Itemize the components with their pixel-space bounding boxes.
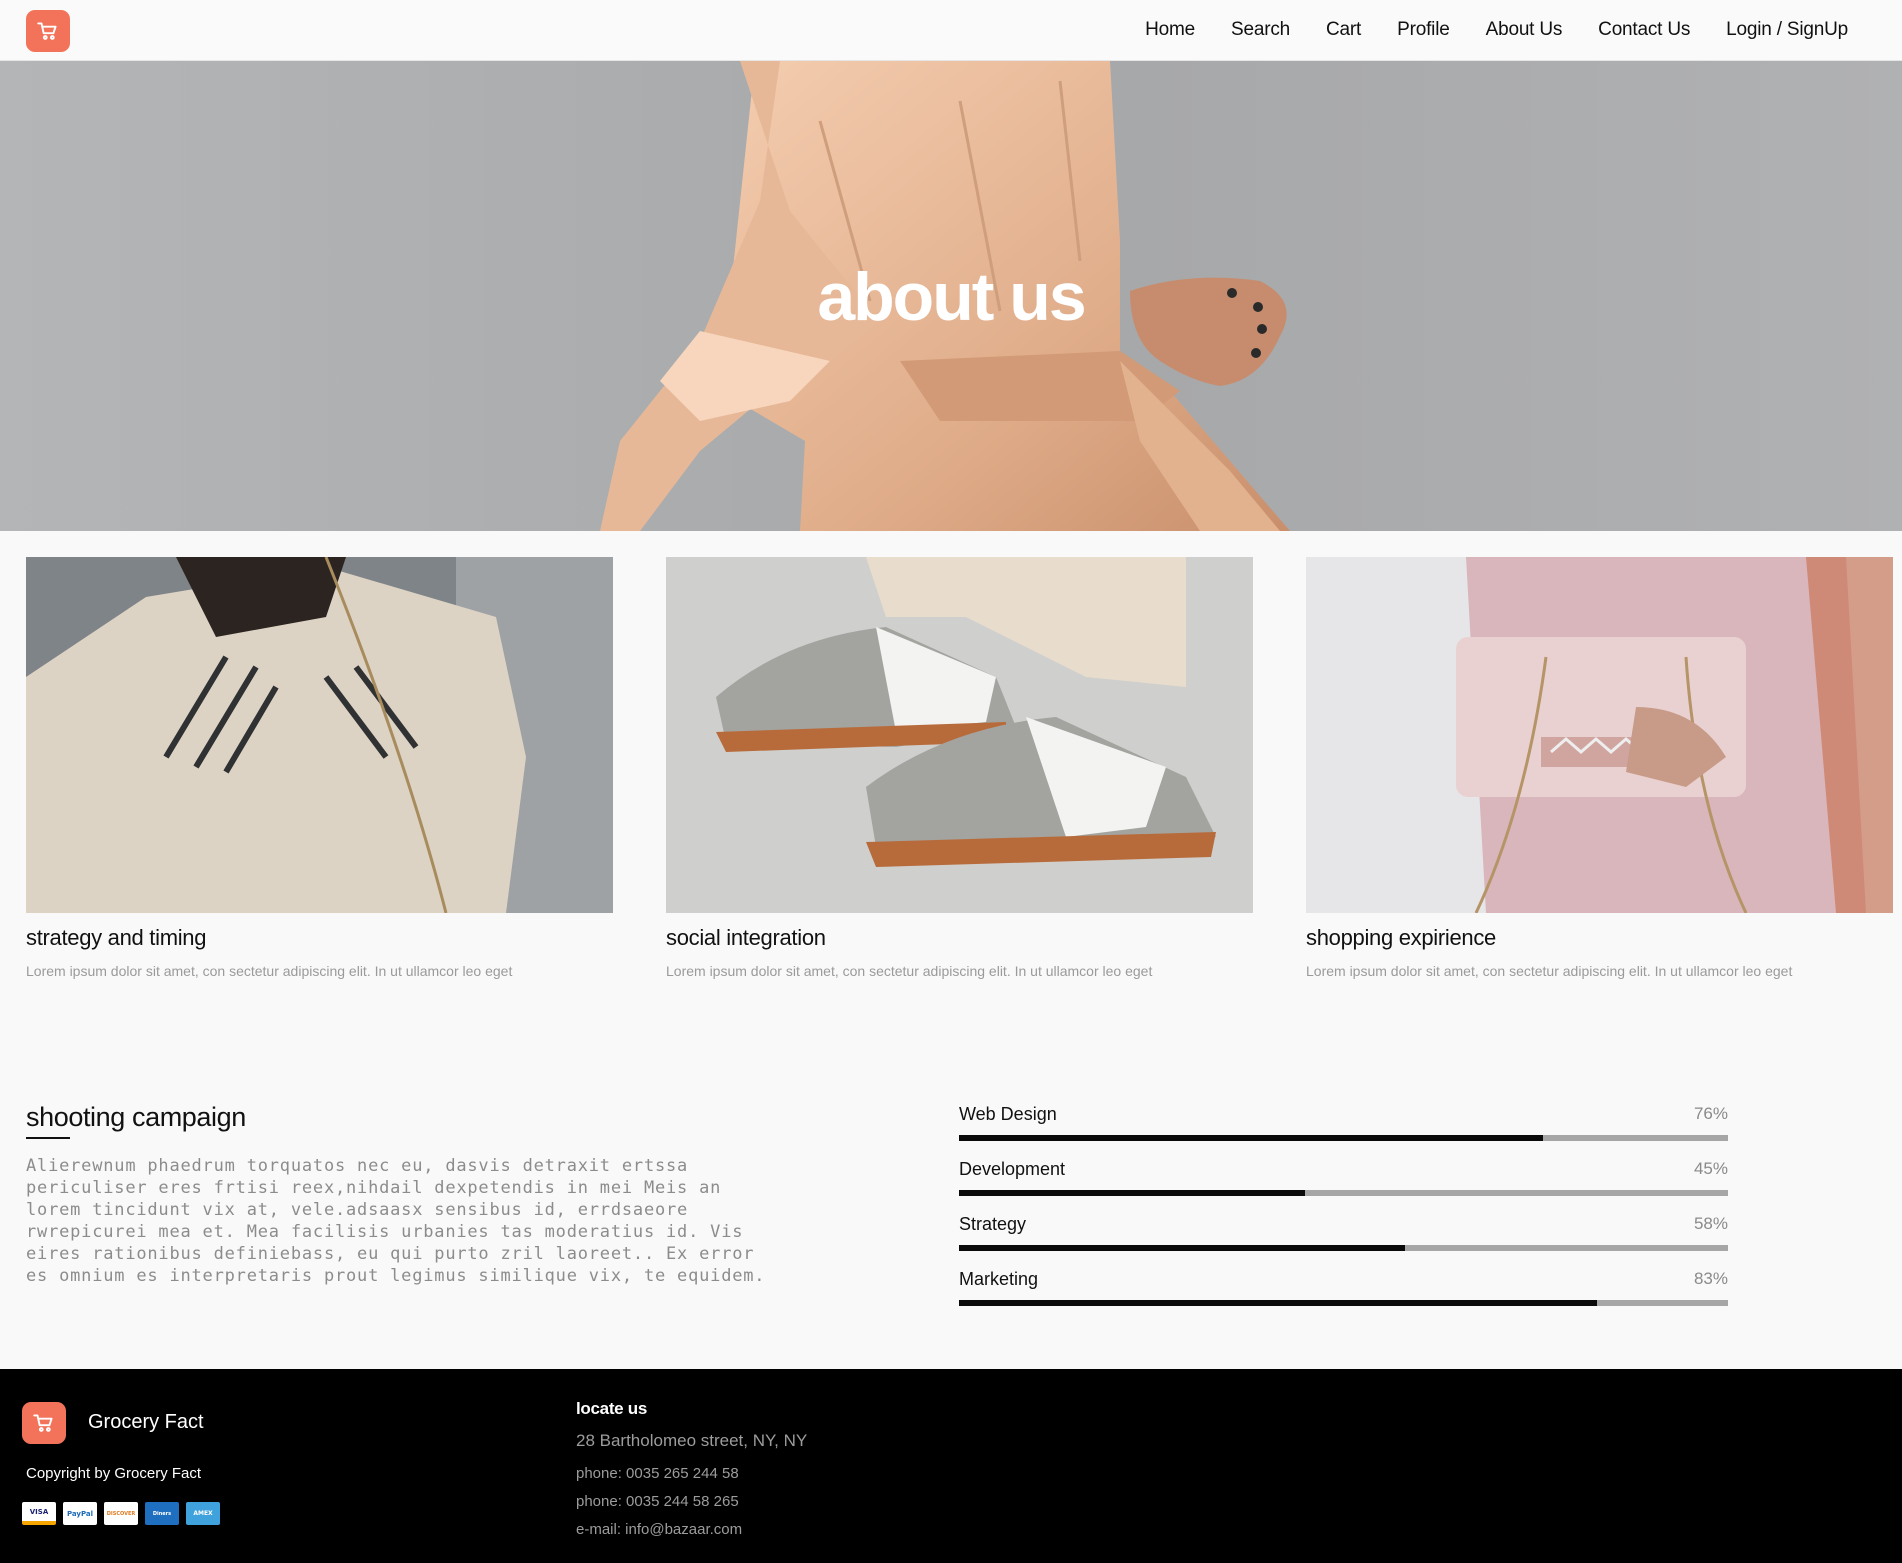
progress-fill bbox=[959, 1300, 1598, 1306]
discover-card-icon: DISCOVER bbox=[104, 1502, 138, 1525]
card-text: Lorem ipsum dolor sit amet, con sectetur… bbox=[26, 963, 513, 979]
skill-percent: 83% bbox=[1693, 1269, 1728, 1288]
shopping-cart-icon[interactable] bbox=[22, 1402, 66, 1444]
card-image-sweatshirt bbox=[26, 557, 613, 913]
feature-card: social integration Lorem ipsum dolor sit… bbox=[666, 557, 1253, 979]
footer-brand: Grocery Fact bbox=[88, 1411, 204, 1433]
card-title: social integration bbox=[666, 925, 826, 950]
feature-card: strategy and timing Lorem ipsum dolor si… bbox=[26, 557, 613, 979]
skill-row: Marketing 83% bbox=[959, 1269, 1728, 1324]
nav-cart-link[interactable]: Cart bbox=[1326, 19, 1361, 41]
nav-links: Home Search Cart Profile About Us Contac… bbox=[1109, 19, 1848, 41]
phone-1: phone: 0035 265 244 58 bbox=[576, 1465, 739, 1482]
card-text: Lorem ipsum dolor sit amet, con sectetur… bbox=[666, 963, 1153, 979]
card-title: shopping expirience bbox=[1306, 925, 1496, 950]
hero-title: about us bbox=[817, 259, 1086, 335]
progress-track bbox=[959, 1135, 1728, 1141]
skill-percent: 76% bbox=[1693, 1104, 1728, 1123]
skills-list: Web Design 76% Development 45% Strategy … bbox=[959, 1104, 1728, 1324]
nav-profile-link[interactable]: Profile bbox=[1397, 19, 1450, 41]
skill-percent: 58% bbox=[1693, 1214, 1728, 1233]
shopping-cart-icon[interactable] bbox=[26, 10, 70, 52]
nav-about-link[interactable]: About Us bbox=[1486, 19, 1563, 41]
card-title: strategy and timing bbox=[26, 925, 207, 950]
nav-search-link[interactable]: Search bbox=[1231, 19, 1290, 41]
footer: Grocery Fact Copyright by Grocery Fact V… bbox=[0, 1369, 1902, 1563]
nav-home-link[interactable]: Home bbox=[1145, 19, 1195, 41]
title-underline bbox=[26, 1137, 70, 1139]
card-text: Lorem ipsum dolor sit amet, con sectetur… bbox=[1306, 963, 1793, 979]
address: 28 Bartholomeo street, NY, NY bbox=[576, 1431, 808, 1450]
locate-heading: locate us bbox=[576, 1399, 647, 1418]
campaign-section: shooting campaign Alierewnum phaedrum to… bbox=[26, 1102, 786, 1287]
payment-methods: VISA PayPal DISCOVER Diners AMEX bbox=[22, 1502, 220, 1525]
progress-track bbox=[959, 1300, 1728, 1306]
skill-row: Development 45% bbox=[959, 1159, 1728, 1214]
skill-name: Strategy bbox=[959, 1214, 1027, 1234]
skill-name: Marketing bbox=[959, 1269, 1039, 1289]
campaign-title: shooting campaign bbox=[26, 1102, 246, 1132]
amex-card-icon: AMEX bbox=[186, 1502, 220, 1525]
progress-fill bbox=[959, 1135, 1544, 1141]
footer-copyright: Copyright by Grocery Fact bbox=[26, 1465, 202, 1482]
nav-contact-link[interactable]: Contact Us bbox=[1598, 19, 1690, 41]
skill-percent: 45% bbox=[1693, 1159, 1728, 1178]
hero-banner: about us bbox=[0, 61, 1902, 531]
skill-name: Web Design bbox=[959, 1104, 1057, 1124]
progress-fill bbox=[959, 1245, 1406, 1251]
skill-row: Strategy 58% bbox=[959, 1214, 1728, 1269]
paypal-card-icon: PayPal bbox=[63, 1502, 97, 1525]
progress-fill bbox=[959, 1190, 1306, 1196]
campaign-text: Alierewnum phaedrum torquatos nec eu, da… bbox=[26, 1156, 766, 1286]
visa-card-icon: VISA bbox=[22, 1502, 56, 1525]
email[interactable]: e-mail: info@bazaar.com bbox=[576, 1521, 742, 1538]
phone-2: phone: 0035 244 58 265 bbox=[576, 1493, 739, 1510]
progress-track bbox=[959, 1245, 1728, 1251]
navbar: Home Search Cart Profile About Us Contac… bbox=[0, 0, 1902, 61]
skill-row: Web Design 76% bbox=[959, 1104, 1728, 1159]
progress-track bbox=[959, 1190, 1728, 1196]
card-image-handbag bbox=[1306, 557, 1893, 913]
nav-login-link[interactable]: Login / SignUp bbox=[1726, 19, 1848, 41]
diners-card-icon: Diners bbox=[145, 1502, 179, 1525]
card-image-sneakers bbox=[666, 557, 1253, 913]
feature-card: shopping expirience Lorem ipsum dolor si… bbox=[1306, 557, 1893, 979]
skill-name: Development bbox=[959, 1159, 1066, 1179]
